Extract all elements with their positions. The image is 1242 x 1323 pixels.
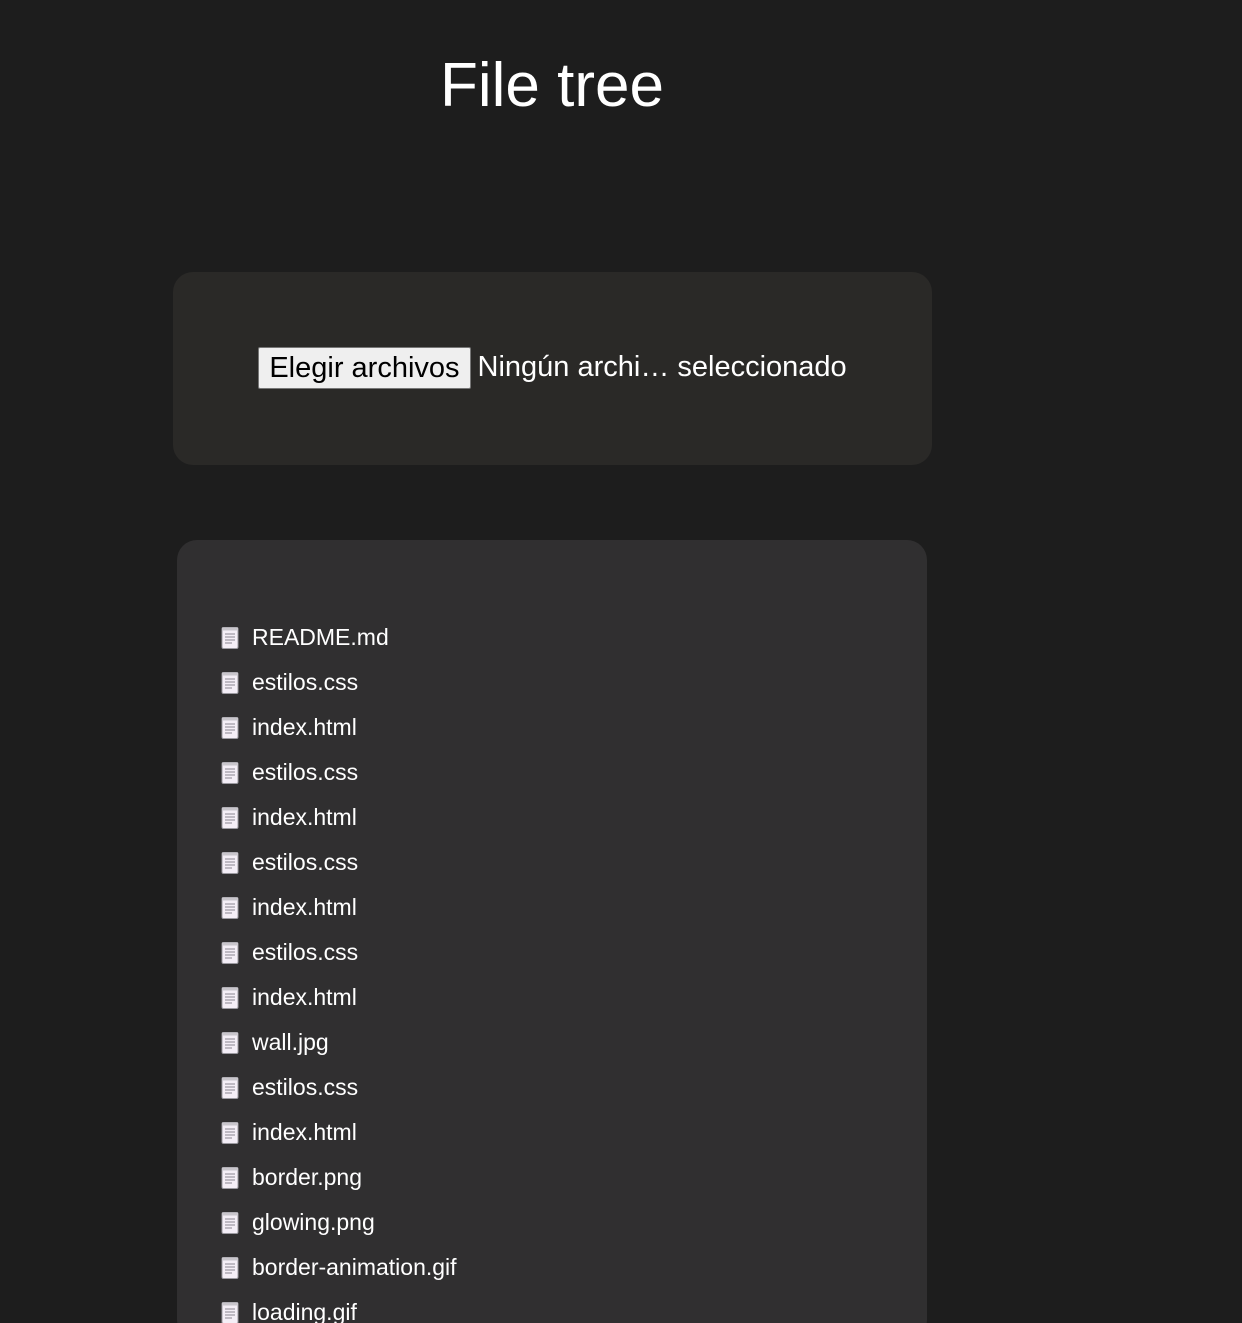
- document-icon: [221, 626, 239, 649]
- document-icon: [221, 671, 239, 694]
- file-name: loading.gif: [252, 1299, 357, 1323]
- file-status-text: Ningún archi… seleccionado: [477, 351, 847, 383]
- file-name: border.png: [252, 1164, 362, 1190]
- file-item[interactable]: wall.jpg: [221, 1020, 457, 1065]
- file-item[interactable]: index.html: [221, 795, 457, 840]
- document-icon: [221, 896, 239, 919]
- document-icon: [221, 986, 239, 1009]
- file-item[interactable]: index.html: [221, 885, 457, 930]
- file-item[interactable]: estilos.css: [221, 1065, 457, 1110]
- file-name: glowing.png: [252, 1209, 375, 1235]
- file-item[interactable]: estilos.css: [221, 930, 457, 975]
- page: File tree Elegir archivos Ningún archi… …: [0, 0, 1242, 1323]
- file-name: index.html: [252, 804, 357, 830]
- document-icon: [221, 1031, 239, 1054]
- document-icon: [221, 941, 239, 964]
- file-name: wall.jpg: [252, 1029, 329, 1055]
- file-item[interactable]: index.html: [221, 1110, 457, 1155]
- file-name: index.html: [252, 1119, 357, 1145]
- file-list: README.md estilos.css index.html estilos…: [221, 615, 457, 1323]
- document-icon: [221, 1211, 239, 1234]
- file-item[interactable]: index.html: [221, 975, 457, 1020]
- file-item[interactable]: estilos.css: [221, 750, 457, 795]
- file-item[interactable]: glowing.png: [221, 1200, 457, 1245]
- document-icon: [221, 761, 239, 784]
- file-item[interactable]: README.md: [221, 615, 457, 660]
- document-icon: [221, 1256, 239, 1279]
- choose-files-button[interactable]: Elegir archivos: [258, 346, 471, 389]
- file-name: index.html: [252, 714, 357, 740]
- document-icon: [221, 716, 239, 739]
- file-item[interactable]: border-animation.gif: [221, 1245, 457, 1290]
- file-name: estilos.css: [252, 939, 359, 965]
- file-item[interactable]: estilos.css: [221, 660, 457, 705]
- document-icon: [221, 1301, 239, 1323]
- document-icon: [221, 1121, 239, 1144]
- file-name: index.html: [252, 984, 357, 1010]
- file-item[interactable]: index.html: [221, 705, 457, 750]
- file-tree-panel: README.md estilos.css index.html estilos…: [177, 540, 927, 1323]
- file-name: index.html: [252, 894, 357, 920]
- file-input[interactable]: Elegir archivos Ningún archi… selecciona…: [258, 346, 847, 389]
- document-icon: [221, 1166, 239, 1189]
- file-name: estilos.css: [252, 759, 359, 785]
- file-item[interactable]: estilos.css: [221, 840, 457, 885]
- file-name: estilos.css: [252, 849, 359, 875]
- page-title: File tree: [440, 51, 664, 120]
- file-item[interactable]: loading.gif: [221, 1290, 457, 1323]
- file-name: estilos.css: [252, 1074, 359, 1100]
- file-name: estilos.css: [252, 669, 359, 695]
- file-item[interactable]: border.png: [221, 1155, 457, 1200]
- file-name: border-animation.gif: [252, 1254, 457, 1280]
- document-icon: [221, 851, 239, 874]
- document-icon: [221, 1076, 239, 1099]
- file-name: README.md: [252, 624, 389, 650]
- document-icon: [221, 806, 239, 829]
- upload-card: Elegir archivos Ningún archi… selecciona…: [173, 272, 932, 465]
